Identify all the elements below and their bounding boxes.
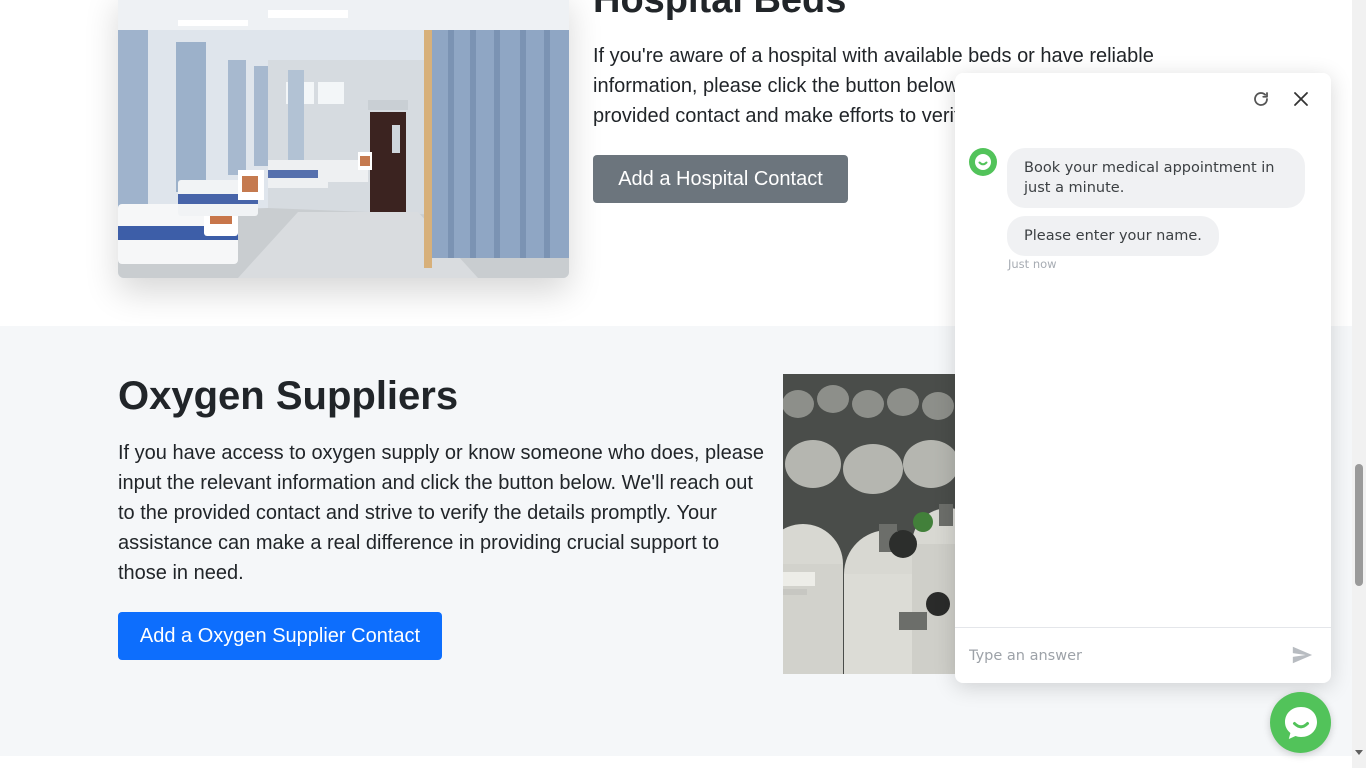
oxygen-suppliers-title: Oxygen Suppliers <box>118 374 459 418</box>
chat-message: Please enter your name. <box>1007 216 1219 256</box>
chat-answer-input[interactable] <box>969 642 1269 670</box>
hospital-ward-photo <box>118 0 569 278</box>
page-scrollbar[interactable] <box>1352 0 1366 768</box>
send-icon[interactable] <box>1291 644 1315 668</box>
oxygen-suppliers-description: If you have access to oxygen supply or k… <box>118 442 764 584</box>
scroll-down-arrow-icon[interactable] <box>1355 750 1363 755</box>
add-hospital-contact-button[interactable]: Add a Hospital Contact <box>593 155 848 203</box>
chat-widget: Book your medical appointment in just a … <box>955 73 1331 683</box>
add-oxygen-supplier-contact-button[interactable]: Add a Oxygen Supplier Contact <box>118 612 442 660</box>
chat-bubble-icon[interactable] <box>1270 692 1331 753</box>
chat-message: Book your medical appointment in just a … <box>1007 148 1305 208</box>
bot-avatar-icon <box>969 148 997 176</box>
refresh-icon[interactable] <box>1249 87 1273 111</box>
chat-input-bar <box>955 627 1331 683</box>
message-timestamp: Just now <box>1008 257 1057 271</box>
chat-header <box>955 73 1331 123</box>
hospital-beds-title: Hospital Beds <box>593 0 847 21</box>
close-icon[interactable] <box>1289 87 1313 111</box>
scrollbar-thumb[interactable] <box>1355 464 1363 586</box>
